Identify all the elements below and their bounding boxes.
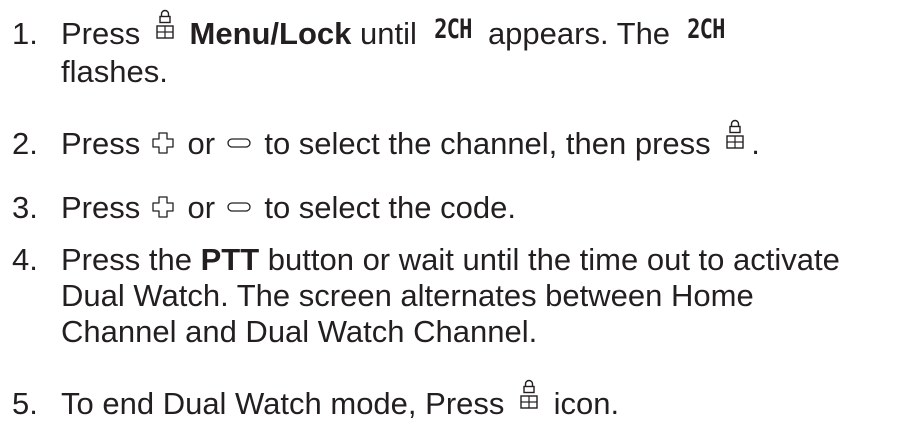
- ptt-label: PTT: [200, 242, 260, 277]
- step-4: 4. Press the PTT button or wait until th…: [12, 242, 922, 350]
- step-number: 4.: [12, 242, 38, 277]
- step-text: until: [360, 16, 417, 51]
- step-text: Press: [61, 126, 141, 161]
- step-5: 5. To end Dual Watch mode, Press icon.: [12, 379, 922, 422]
- up-arrow-key-icon: [151, 131, 175, 155]
- step-text: .: [751, 126, 760, 161]
- step-2: 2. Press or to select the channel, then …: [12, 119, 922, 162]
- lcd-2ch-indicator: 2CH: [433, 14, 472, 45]
- step-number: 5.: [12, 386, 38, 421]
- menu-lock-icon: [519, 379, 539, 409]
- lcd-2ch-indicator: 2CH: [686, 14, 725, 45]
- step-text: Dual Watch. The screen alternates betwee…: [61, 278, 754, 313]
- step-text: or: [187, 190, 216, 225]
- step-text: flashes.: [61, 54, 168, 89]
- menu-lock-icon: [155, 9, 175, 39]
- step-text: To end Dual Watch mode, Press: [61, 386, 505, 421]
- step-3: 3. Press or to select the code.: [12, 190, 922, 226]
- down-arrow-key-icon: [226, 131, 252, 155]
- step-number: 1.: [12, 16, 38, 51]
- menu-lock-label: Menu/Lock: [189, 16, 352, 51]
- instruction-steps: 1. Press Menu/Lock until 2CH appears. Th…: [12, 9, 922, 422]
- step-text: Press: [61, 190, 141, 225]
- step-text: icon.: [553, 386, 620, 421]
- step-text: Press the: [61, 242, 192, 277]
- step-number: 3.: [12, 190, 38, 225]
- step-text: Press: [61, 16, 141, 51]
- step-text: Channel and Dual Watch Channel.: [61, 314, 538, 349]
- step-text: button or wait until the time out to act…: [267, 242, 840, 277]
- menu-lock-icon: [725, 119, 745, 149]
- down-arrow-key-icon: [226, 195, 252, 219]
- step-1: 1. Press Menu/Lock until 2CH appears. Th…: [12, 9, 922, 90]
- step-text: to select the channel, then press: [264, 126, 711, 161]
- step-number: 2.: [12, 126, 38, 161]
- step-text: or: [187, 126, 216, 161]
- step-text: appears. The: [487, 16, 671, 51]
- up-arrow-key-icon: [151, 195, 175, 219]
- step-text: to select the code.: [264, 190, 516, 225]
